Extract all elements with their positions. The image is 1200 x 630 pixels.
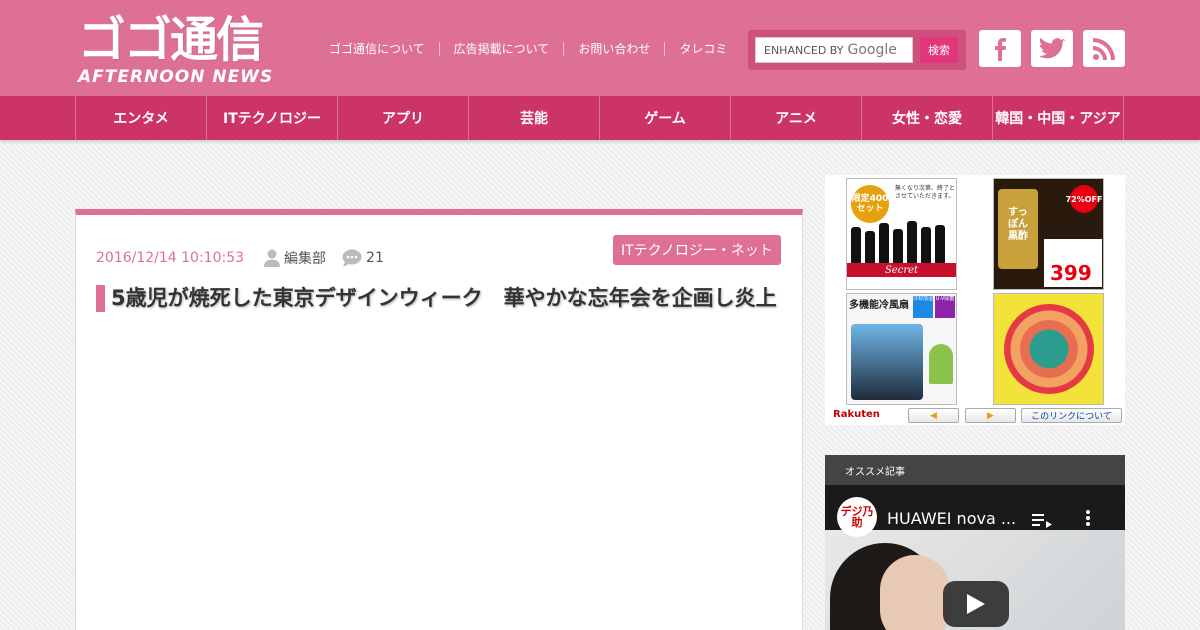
search-button-label: 検索 [928,45,950,57]
article-author[interactable]: 編集部 [264,248,326,268]
top-link-tips[interactable]: タレコミ [664,42,741,56]
rss-icon [1093,37,1115,60]
nav-item-game[interactable]: ゲーム [600,96,731,140]
video-player[interactable]: デジ乃助 HUAWEI nova ... [825,485,1125,630]
ad-item-3[interactable]: 多機能冷風扇 冷却加湿 U-V除菌 [846,293,957,405]
google-brand: Google [847,42,897,58]
article-date: 2016/12/14 10:10:53 [96,250,245,266]
facebook-icon [995,37,1006,61]
rss-button[interactable] [1083,30,1125,67]
ad-label-secret: Secret [884,265,919,276]
twitter-button[interactable] [1031,30,1073,67]
ad-tag-uv: U-V除菌 [935,296,955,318]
logo-sub-text: AFTERNOON NEWS [78,67,274,87]
nav-item-entame[interactable]: エンタメ [76,96,207,140]
category-badge[interactable]: ITテクノロジー・ネット [613,235,781,265]
rakuten-ad: 限定400セット 無くなり次第、終了とさせていただきます。 Secret 72%… [825,175,1125,425]
ad-next-button[interactable]: ▶ [965,408,1016,423]
article-card: 2016/12/14 10:10:53 編集部 21 ITテクノロジー・ネット … [75,209,803,630]
top-link-about[interactable]: ゴゴ通信について [315,42,439,56]
playlist-icon[interactable] [1032,512,1052,528]
play-button[interactable] [943,581,1009,627]
top-link-contact[interactable]: お問い合わせ [563,42,664,56]
comment-icon [342,249,362,267]
rakuten-logo: Rakuten [833,409,880,420]
search-button[interactable]: 検索 [920,37,958,63]
site-logo[interactable]: ゴゴ通信 AFTERNOON NEWS [78,14,308,88]
nav-item-geino[interactable]: 芸能 [469,96,600,140]
ad-price: 399 [1050,261,1092,285]
main-nav: エンタメ ITテクノロジー アプリ 芸能 ゲーム アニメ 女性・恋愛 韓国・中国… [0,96,1200,140]
play-icon [967,594,985,614]
site-header: ゴゴ通信 AFTERNOON NEWS ゴゴ通信について 広告掲載について お問… [0,0,1200,96]
twitter-icon [1038,37,1066,58]
author-name: 編集部 [284,251,327,267]
facebook-button[interactable] [979,30,1021,67]
channel-avatar[interactable]: デジ乃助 [837,497,877,537]
ad-item-2[interactable]: 72%OFF すっぽん黒酢 399 [993,178,1104,290]
ad-puzzle-image [1004,304,1094,394]
nav-item-it[interactable]: ITテクノロジー [207,96,338,140]
nav-item-women[interactable]: 女性・恋愛 [862,96,993,140]
ad-prev-button[interactable]: ◀ [908,408,959,423]
article-comments[interactable]: 21 [342,249,384,267]
search-input[interactable]: ENHANCED BY Google [755,37,913,63]
user-icon [264,249,281,267]
ad-text-1: 無くなり次第、終了とさせていただきます。 [895,185,956,200]
top-link-ads[interactable]: 広告掲載について [438,42,564,56]
ad-item-1[interactable]: 限定400セット 無くなり次第、終了とさせていただきます。 Secret [846,178,957,290]
search-box: ENHANCED BY Google 検索 [748,30,966,70]
ad-badge-off: 72%OFF [1066,185,1102,213]
more-options-icon[interactable] [1085,509,1091,527]
ad-product-name: 多機能冷風扇 [849,300,909,311]
nav-item-app[interactable]: アプリ [338,96,469,140]
ad-footer: Rakuten ◀ ▶ このリンクについて [825,407,1125,425]
article-title-wrap: 5歳児が焼死した東京デザインウィーク 華やかな忘年会を企画し炎上 [96,285,786,312]
video-title[interactable]: HUAWEI nova ... [887,509,1016,528]
ad-item-4[interactable] [993,293,1104,405]
logo-main-text: ゴゴ通信 [78,12,264,68]
article-title: 5歳児が焼死した東京デザインウィーク 華やかな忘年会を企画し炎上 [111,286,777,310]
ad-about-link[interactable]: このリンクについて [1021,408,1122,423]
article-meta: 2016/12/14 10:10:53 編集部 21 [96,249,384,267]
recommend-widget: オススメ記事 デジ乃助 HUAWEI nova ... [825,455,1125,630]
comment-count: 21 [366,250,384,266]
recommend-heading: オススメ記事 [825,455,1125,485]
nav-item-anime[interactable]: アニメ [731,96,862,140]
ad-tag-cooling: 冷却加湿 [913,296,933,318]
search-enhanced-label: ENHANCED BY [764,43,844,57]
top-links: ゴゴ通信について 広告掲載について お問い合わせ タレコミ [315,40,741,58]
nav-item-asia[interactable]: 韓国・中国・アジア [993,96,1124,140]
ad-text-2: すっぽん黒酢 [1008,207,1028,242]
ad-product-cooler [851,324,923,400]
